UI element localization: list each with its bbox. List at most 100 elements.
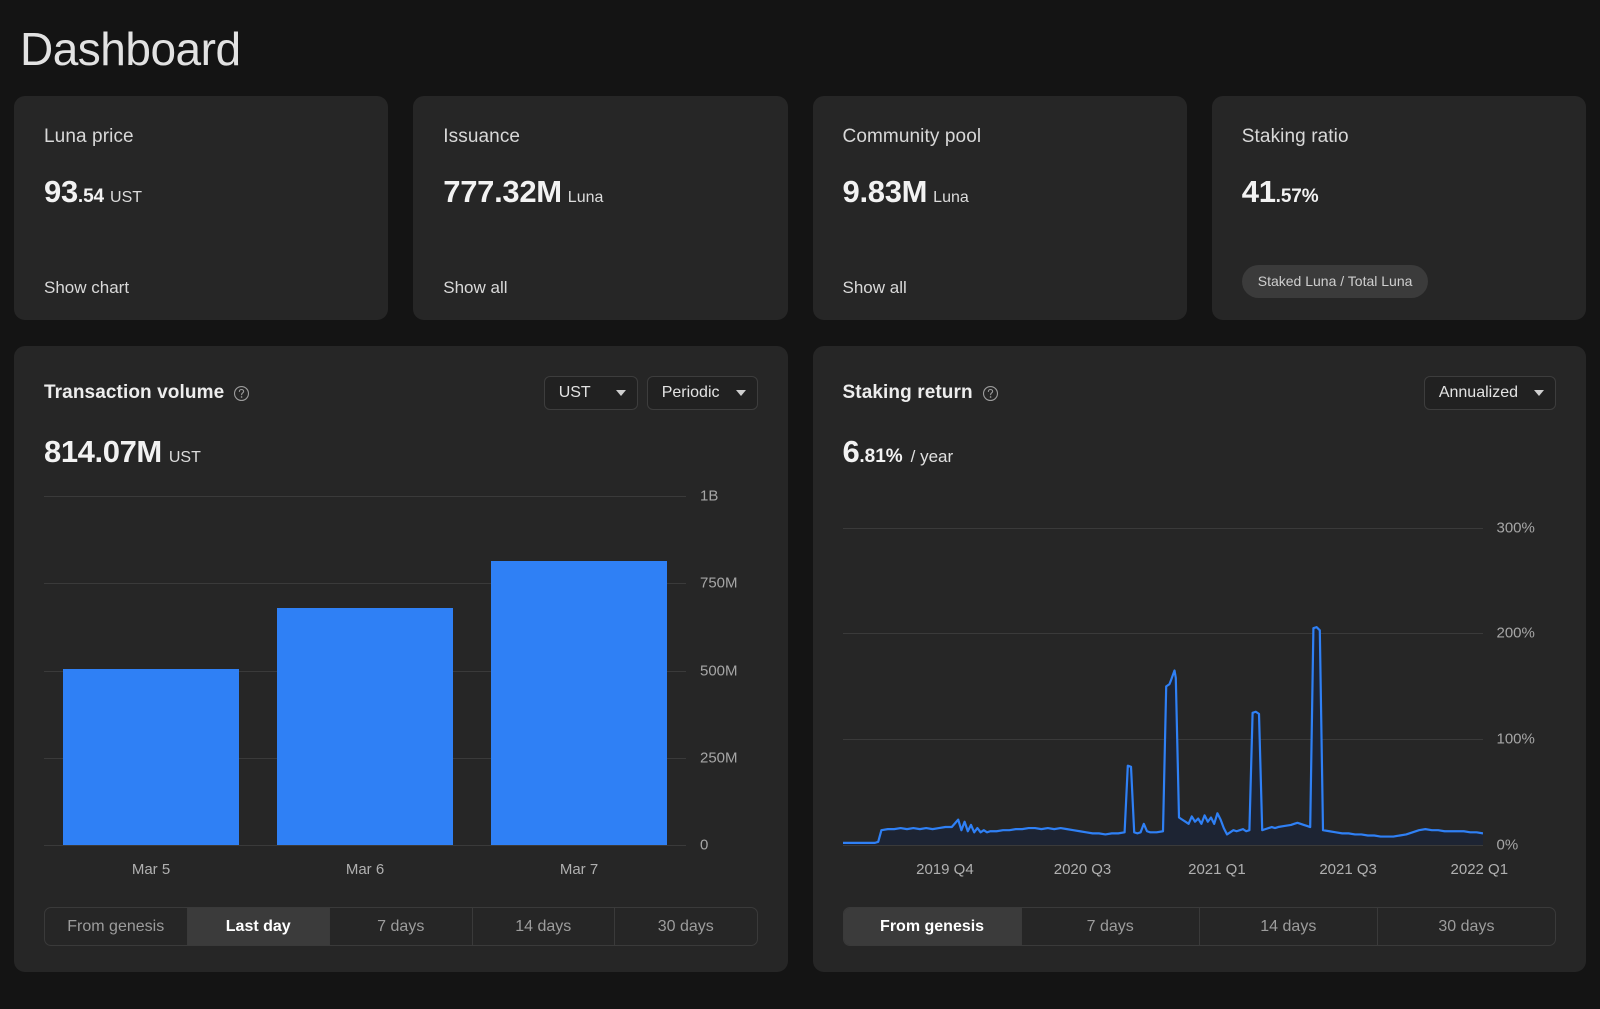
gridline	[44, 496, 686, 497]
stat-value-fraction: .57%	[1276, 186, 1319, 208]
stat-value-unit: Luna	[568, 189, 604, 207]
y-axis-tick-label: 0	[700, 837, 708, 854]
stat-value-integer: 93	[44, 174, 78, 210]
y-axis-tick-label: 100%	[1497, 731, 1535, 748]
transaction-volume-controls: UST Periodic	[544, 376, 758, 410]
x-axis-tick-label: 2021 Q3	[1319, 861, 1377, 878]
y-axis-tick-label: 250M	[700, 749, 738, 766]
tab-range-3[interactable]: 14 days	[473, 908, 616, 945]
staking-return-controls: Annualized	[1424, 376, 1556, 410]
tab-range-0[interactable]: From genesis	[844, 908, 1022, 945]
stat-value: 9.83M Luna	[843, 174, 1157, 210]
transaction-volume-title-group: Transaction volume	[44, 382, 250, 404]
stat-card-footer: Show all	[443, 278, 757, 298]
staking-return-range-tabs: From genesis 7 days 14 days 30 days	[843, 907, 1557, 946]
value-integer: 814.07M	[44, 434, 162, 470]
stat-value-integer: 777.32M	[443, 174, 562, 210]
stat-value-fraction: .54	[78, 186, 104, 208]
gridline	[843, 845, 1483, 846]
y-axis-tick-label: 500M	[700, 662, 738, 679]
x-axis-tick-label: 2020 Q3	[1054, 861, 1112, 878]
bar-1[interactable]	[277, 608, 452, 845]
stat-value-unit: UST	[110, 189, 142, 207]
period-select[interactable]: Annualized	[1424, 376, 1556, 410]
question-circle-icon[interactable]	[982, 385, 999, 402]
x-axis-tick-label: Mar 6	[346, 861, 384, 878]
stat-value: 41 .57%	[1242, 174, 1556, 210]
tab-label: From genesis	[67, 918, 164, 936]
tab-range-2[interactable]: 14 days	[1200, 908, 1378, 945]
value-integer: 6	[843, 434, 860, 470]
stat-label: Luna price	[44, 126, 358, 148]
denomination-select[interactable]: UST	[544, 376, 638, 410]
aggregation-select[interactable]: Periodic	[647, 376, 758, 410]
value-suffix: / year	[911, 447, 954, 467]
tab-range-4[interactable]: 30 days	[615, 908, 757, 945]
tab-range-3[interactable]: 30 days	[1378, 908, 1555, 945]
tab-range-1[interactable]: Last day	[188, 908, 331, 945]
stat-value-unit: Luna	[933, 189, 969, 207]
tab-label: Last day	[226, 918, 291, 936]
tab-label: 30 days	[1438, 918, 1494, 936]
stat-label: Community pool	[843, 126, 1157, 148]
x-axis-tick-label: 2019 Q4	[916, 861, 974, 878]
transaction-volume-header: Transaction volume UST	[44, 376, 758, 410]
y-axis-tick-label: 300%	[1497, 519, 1535, 536]
tab-label: From genesis	[880, 918, 984, 936]
stat-label: Issuance	[443, 126, 757, 148]
transaction-volume-range-tabs: From genesis Last day 7 days 14 days 30 days	[44, 907, 758, 946]
gridline	[44, 845, 686, 846]
tab-label: 30 days	[658, 918, 714, 936]
stat-value-integer: 9.83M	[843, 174, 928, 210]
period-select-value: Annualized	[1439, 384, 1518, 402]
value-unit: UST	[169, 449, 201, 467]
staking-return-panel: Staking return Annualized	[813, 346, 1587, 972]
x-axis-tick-label: 2021 Q1	[1188, 861, 1246, 878]
bar-2[interactable]	[491, 561, 666, 845]
stat-card-row: Luna price 93 .54 UST Show chart Issuanc…	[14, 96, 1586, 320]
y-axis-tick-label: 200%	[1497, 625, 1535, 642]
stat-card-luna-price: Luna price 93 .54 UST Show chart	[14, 96, 388, 320]
transaction-volume-panel: Transaction volume UST	[14, 346, 788, 972]
show-all-link[interactable]: Show all	[843, 278, 907, 297]
bar-chart-canvas: 0250M500M750M1BMar 5Mar 6Mar 7	[44, 496, 758, 889]
staking-return-title-group: Staking return	[843, 382, 999, 404]
line-chart-canvas: 0% 100% 200% 300% 2019 Q4 2020 Q3 2021 Q1 2021 …	[843, 496, 1557, 889]
chevron-down-icon	[616, 390, 626, 396]
show-chart-link[interactable]: Show chart	[44, 278, 129, 297]
staking-ratio-badge: Staked Luna / Total Luna	[1242, 265, 1429, 298]
transaction-volume-plot: 0250M500M750M1BMar 5Mar 6Mar 7	[44, 496, 758, 889]
staking-return-plot: 0% 100% 200% 300% 2019 Q4 2020 Q3 2021 Q1 2021 …	[843, 496, 1557, 889]
question-circle-icon[interactable]	[233, 385, 250, 402]
aggregation-select-value: Periodic	[662, 384, 720, 402]
value-fraction: .81%	[859, 446, 902, 468]
stat-value-integer: 41	[1242, 174, 1276, 210]
tab-range-0[interactable]: From genesis	[45, 908, 188, 945]
staking-return-value: 6 .81% / year	[843, 434, 1557, 470]
x-axis-tick-label: Mar 7	[560, 861, 598, 878]
transaction-volume-value: 814.07M UST	[44, 434, 758, 470]
stat-value: 777.32M Luna	[443, 174, 757, 210]
show-all-link[interactable]: Show all	[443, 278, 507, 297]
stat-value: 93 .54 UST	[44, 174, 358, 210]
x-axis-tick-label: Mar 5	[132, 861, 170, 878]
stat-card-footer: Staked Luna / Total Luna	[1242, 265, 1556, 298]
bar-0[interactable]	[63, 669, 238, 845]
tab-label: 7 days	[377, 918, 424, 936]
staking-return-header: Staking return Annualized	[843, 376, 1557, 410]
line-series	[843, 496, 1483, 845]
tab-label: 14 days	[515, 918, 571, 936]
chart-panel-row: Transaction volume UST	[14, 346, 1586, 972]
chart-title: Staking return	[843, 382, 973, 404]
tab-range-2[interactable]: 7 days	[330, 908, 473, 945]
dashboard-page: Dashboard Luna price 93 .54 UST Show cha…	[0, 0, 1600, 1009]
tab-label: 14 days	[1260, 918, 1316, 936]
y-axis-tick-label: 1B	[700, 488, 718, 505]
stat-card-footer: Show all	[843, 278, 1157, 298]
tab-range-1[interactable]: 7 days	[1022, 908, 1200, 945]
chart-title: Transaction volume	[44, 382, 224, 404]
tab-label: 7 days	[1087, 918, 1134, 936]
stat-card-staking-ratio: Staking ratio 41 .57% Staked Luna / Tota…	[1212, 96, 1586, 320]
stat-card-issuance: Issuance 777.32M Luna Show all	[413, 96, 787, 320]
y-axis-tick-label: 0%	[1497, 837, 1519, 854]
